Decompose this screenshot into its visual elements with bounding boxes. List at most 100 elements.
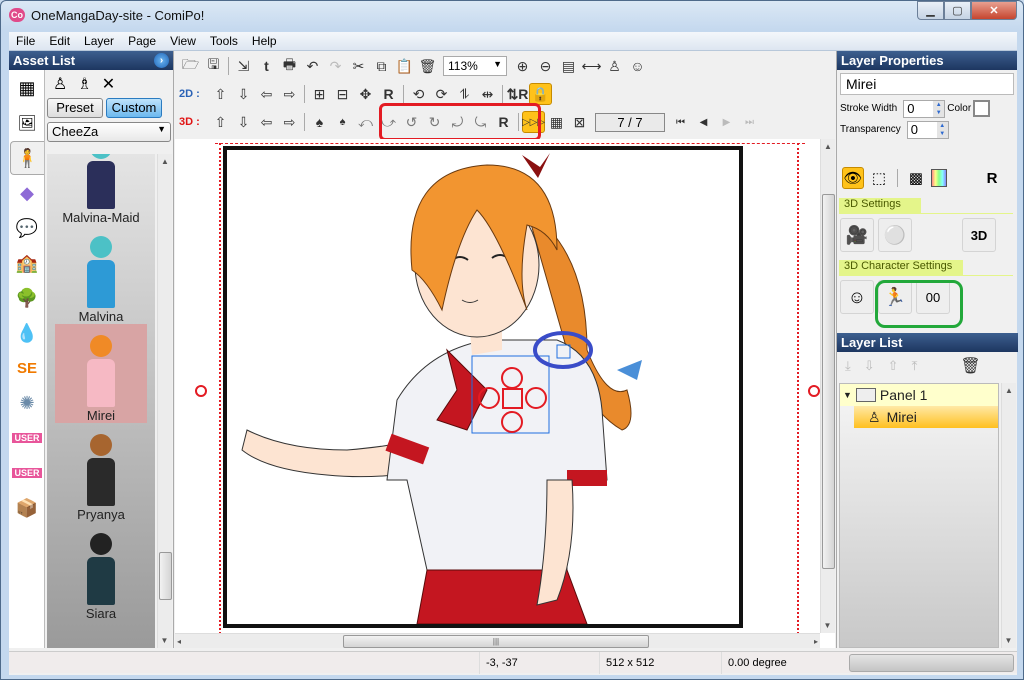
lighting-icon[interactable]: ⚪	[878, 218, 912, 252]
3d-zoom-out-icon[interactable]: ♠	[331, 111, 354, 133]
minimize-button[interactable]: ▁	[917, 1, 944, 20]
menu-page[interactable]: Page	[121, 34, 163, 48]
mascot-icon[interactable]: ☺	[626, 55, 649, 77]
scroll-thumb[interactable]	[822, 194, 835, 569]
character-list-scrollbar[interactable]: ▲ ▼	[157, 154, 172, 648]
character-item[interactable]: Pryanya	[47, 423, 155, 522]
canvas-horizontal-scrollbar[interactable]: ◂ ||| ▸	[175, 633, 820, 648]
paste-icon[interactable]: 📋	[393, 55, 416, 77]
move-up-icon[interactable]: ⇧	[209, 83, 232, 105]
tab-character-box[interactable]: 📦	[10, 491, 44, 525]
new-character-icon[interactable]: ♙	[53, 74, 67, 94]
custom-button[interactable]: Custom	[106, 98, 162, 118]
enlarge-icon[interactable]: ⊞	[308, 83, 331, 105]
character-item[interactable]: Malvina	[47, 225, 155, 324]
menu-layer[interactable]: Layer	[77, 34, 121, 48]
canvas-area[interactable]: ▲ ▼ ◂ ||| ▸	[175, 139, 835, 648]
next-page-icon[interactable]: ▶	[715, 111, 738, 133]
zoom-dropdown[interactable]: 113% ▼	[443, 56, 507, 76]
fit-width-icon[interactable]: ⟷	[580, 55, 603, 77]
collapse-arrow-icon[interactable]: ›	[154, 53, 169, 68]
delete-character-icon[interactable]: ✕	[102, 74, 115, 94]
3d-move-down-icon[interactable]: ⇩	[232, 111, 255, 133]
balloon-attach-icon[interactable]: ⬚	[868, 167, 890, 189]
color-swatch[interactable]	[973, 100, 991, 117]
prev-page-icon[interactable]: ◀	[692, 111, 715, 133]
reset-transform-icon[interactable]: ⇅R	[506, 83, 529, 105]
new-character-icon[interactable]: ♙	[603, 55, 626, 77]
undo-icon[interactable]: ↶	[301, 55, 324, 77]
menu-edit[interactable]: Edit	[42, 34, 77, 48]
scroll-thumb[interactable]	[159, 552, 172, 600]
last-page-icon[interactable]: ⏭	[738, 111, 761, 133]
first-page-icon[interactable]: ⏮	[669, 111, 692, 133]
export-icon[interactable]: ⇲	[232, 55, 255, 77]
zoom-out-icon[interactable]: ⊖	[534, 55, 557, 77]
rotate-character-ccw-icon[interactable]: ⤺	[354, 111, 377, 133]
menu-view[interactable]: View	[163, 34, 203, 48]
move-to-bottom-icon[interactable]: ⤓	[845, 358, 851, 374]
cut-icon[interactable]: ✂	[347, 55, 370, 77]
scroll-up-icon[interactable]: ▲	[821, 139, 835, 154]
layer-list-scrollbar[interactable]: ▲ ▼	[1001, 383, 1016, 648]
tab-panel-layout[interactable]: ▦	[10, 71, 44, 105]
shrink-icon[interactable]: ⊟	[331, 83, 354, 105]
new-panel-icon[interactable]: ▦	[545, 111, 568, 133]
character-set-dropdown[interactable]: CheeZa ▼	[47, 122, 171, 142]
zoom-in-icon[interactable]: ⊕	[511, 55, 534, 77]
delete-icon[interactable]: 🗑	[416, 55, 439, 77]
menu-tools[interactable]: Tools	[203, 34, 245, 48]
character-item[interactable]: Siara	[47, 522, 155, 621]
scroll-left-icon[interactable]: ◂	[177, 634, 181, 648]
tab-character[interactable]: 🧍	[10, 141, 44, 175]
camera-icon[interactable]: 🎥	[840, 218, 874, 252]
tab-user-background[interactable]: USER	[10, 421, 44, 455]
reset-icon[interactable]: R	[377, 83, 400, 105]
spinner-arrows-icon[interactable]: ▲ ▼	[936, 121, 948, 138]
scroll-up-icon[interactable]: ▲	[158, 154, 172, 169]
tab-background[interactable]: 🏫	[10, 246, 44, 280]
3d-move-right-icon[interactable]: ⇨	[278, 111, 301, 133]
character-mirei-render[interactable]	[227, 150, 739, 625]
transparency-spinner[interactable]: 0 ▲ ▼	[906, 120, 949, 139]
layer-item-character[interactable]: ♙ Mirei	[854, 406, 998, 428]
copy-icon[interactable]: ⧉	[370, 55, 393, 77]
menu-file[interactable]: File	[9, 34, 42, 48]
move-down-icon[interactable]: ⇩	[232, 83, 255, 105]
preset-button[interactable]: Preset	[47, 98, 103, 118]
3d-move-left-icon[interactable]: ⇦	[255, 111, 278, 133]
visibility-eye-icon[interactable]: 👁	[842, 167, 864, 189]
tab-user-3d-object[interactable]: USER	[10, 456, 44, 490]
open-icon[interactable]: 🗁	[179, 55, 202, 77]
fit-icon[interactable]: ✥	[354, 83, 377, 105]
canvas-vertical-scrollbar[interactable]: ▲ ▼	[820, 139, 835, 633]
tab-speech-balloon[interactable]: 💬	[10, 211, 44, 245]
3d-move-up-icon[interactable]: ⇧	[209, 111, 232, 133]
color-palette-icon[interactable]	[931, 169, 947, 187]
reset-icon[interactable]: R	[981, 167, 1003, 189]
scroll-right-icon[interactable]: ▸	[814, 634, 818, 648]
fit-page-icon[interactable]: ▤	[557, 55, 580, 77]
rotate-right-icon[interactable]: ⟳	[430, 83, 453, 105]
tab-sound-effect[interactable]: SE	[10, 351, 44, 385]
move-left-icon[interactable]: ⇦	[255, 83, 278, 105]
scroll-up-icon[interactable]: ▲	[1002, 383, 1016, 398]
tab-burst-effect[interactable]: ✺	[10, 386, 44, 420]
stroke-width-spinner[interactable]: 0 ▲ ▼	[903, 99, 946, 118]
move-up-icon[interactable]: ⇧	[888, 358, 899, 374]
lock-icon[interactable]: 🔒	[529, 83, 552, 105]
save-icon[interactable]: 🖫	[202, 55, 225, 77]
layer-name-input[interactable]: Mirei	[840, 73, 1014, 95]
close-button[interactable]: ✕	[971, 1, 1017, 20]
maximize-button[interactable]: ▢	[944, 1, 971, 20]
panel-resize-handle-left[interactable]	[195, 385, 207, 397]
move-down-icon[interactable]: ⇩	[864, 358, 875, 374]
tab-panel-image[interactable]: 🖼	[10, 106, 44, 140]
delete-panel-icon[interactable]: ⊠	[568, 111, 591, 133]
character-item[interactable]: Mirei	[55, 324, 147, 423]
transparency-grid-icon[interactable]: ▩	[905, 167, 927, 189]
twitter-icon[interactable]: t	[255, 55, 278, 77]
3d-view-icon[interactable]: 3D	[962, 218, 996, 252]
3d-zoom-in-icon[interactable]: ♠	[308, 111, 331, 133]
panel-resize-handle-right[interactable]	[808, 385, 820, 397]
